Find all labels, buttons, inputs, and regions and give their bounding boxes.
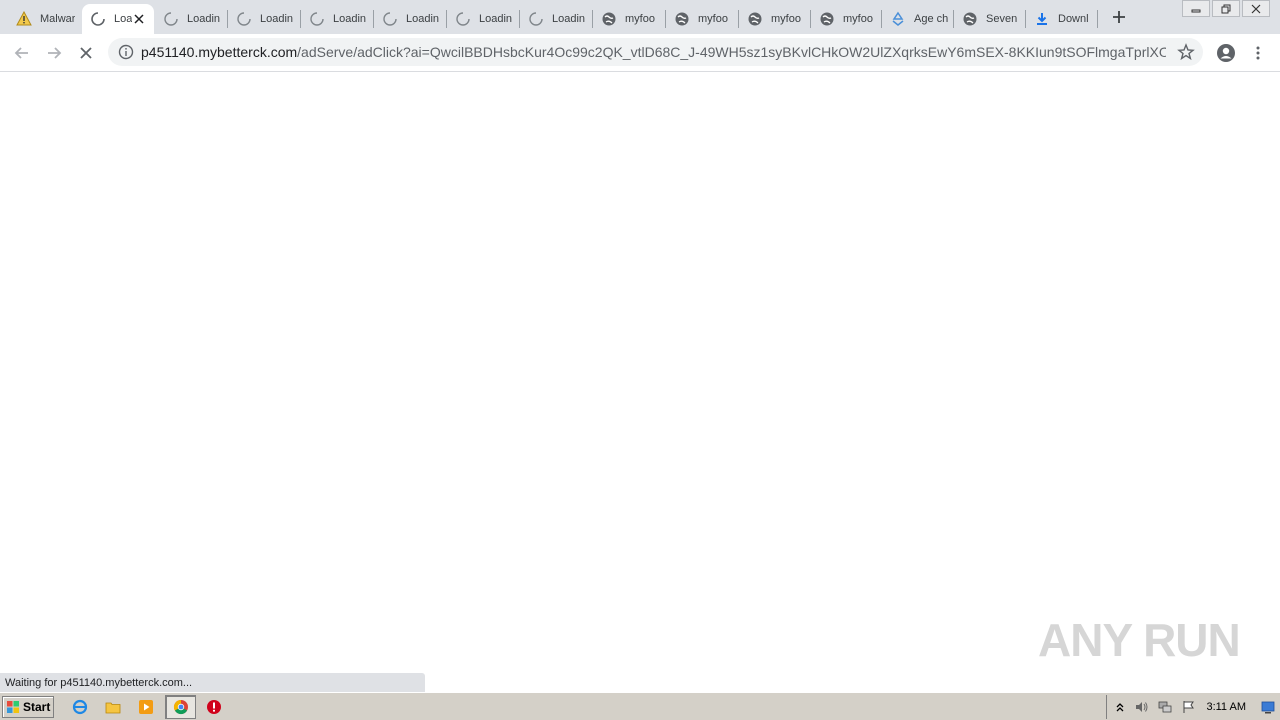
tab-myfoo[interactable]: myfoo: [739, 4, 809, 34]
recycle-icon: [890, 11, 906, 27]
loading-spinner-icon: [309, 11, 325, 27]
loading-spinner-icon: [528, 11, 544, 27]
taskbar: Start 3:11 AM: [0, 692, 1280, 720]
tab-separator: [1097, 10, 1098, 28]
url-text[interactable]: p451140.mybetterck.com/adServe/adClick?a…: [141, 44, 1166, 60]
tab-strip: Malwar Loa Loadin Loadin Loadin Loadin L…: [0, 0, 1280, 34]
media-player-icon[interactable]: [137, 698, 155, 716]
tab-title: myfoo: [698, 13, 728, 25]
chrome-icon[interactable]: [172, 698, 190, 716]
close-icon: [1251, 4, 1261, 13]
loading-spinner-icon: [163, 11, 179, 27]
warning-icon: [16, 11, 32, 27]
close-window-button[interactable]: [1242, 0, 1270, 17]
stop-icon[interactable]: [205, 698, 223, 716]
globe-icon: [819, 11, 835, 27]
address-bar[interactable]: p451140.mybetterck.com/adServe/adClick?a…: [108, 38, 1203, 66]
show-desktop-icon[interactable]: [1261, 700, 1275, 714]
tab-title: Malwar: [40, 13, 76, 25]
tab-title: Loadin: [552, 13, 586, 25]
globe-icon: [962, 11, 978, 27]
tab-loading[interactable]: Loadin: [447, 4, 517, 34]
minimize-icon: [1191, 9, 1201, 12]
tab-active-loading[interactable]: Loa: [82, 4, 154, 34]
windows-logo-icon: [7, 701, 19, 713]
restore-icon: [1221, 4, 1231, 13]
tab-title: Loadin: [406, 13, 440, 25]
network-icon[interactable]: [1158, 700, 1172, 714]
tab-malware[interactable]: Malwar: [8, 4, 80, 34]
tab-loading[interactable]: Loadin: [155, 4, 225, 34]
profile-button[interactable]: [1214, 41, 1238, 65]
tab-title: myfoo: [625, 13, 655, 25]
loading-spinner-icon: [382, 11, 398, 27]
tab-loading[interactable]: Loadin: [374, 4, 444, 34]
system-tray: 3:11 AM: [1106, 695, 1280, 719]
new-tab-button[interactable]: [1110, 8, 1128, 26]
tab-loading[interactable]: Loadin: [520, 4, 590, 34]
tab-title: Loadin: [260, 13, 294, 25]
tab-myfoo[interactable]: myfoo: [811, 4, 881, 34]
window-controls: [1182, 0, 1270, 17]
loading-spinner-icon: [90, 11, 106, 27]
clock[interactable]: 3:11 AM: [1206, 701, 1246, 713]
volume-icon[interactable]: [1135, 700, 1149, 714]
tab-loading[interactable]: Loadin: [228, 4, 298, 34]
tab-title: Loadin: [333, 13, 367, 25]
minimize-button[interactable]: [1182, 0, 1210, 17]
tab-age-check[interactable]: Age ch: [882, 4, 952, 34]
folder-icon[interactable]: [104, 698, 122, 716]
tab-myfoo[interactable]: myfoo: [593, 4, 663, 34]
tab-title: Downl: [1058, 13, 1089, 25]
tab-title: myfoo: [771, 13, 801, 25]
url-host: p451140.mybetterck.com: [141, 44, 298, 60]
page-viewport: [0, 72, 1280, 692]
loading-spinner-icon: [455, 11, 471, 27]
tab-title: Seven: [986, 13, 1018, 25]
anyrun-watermark: ANY RUN: [1038, 608, 1241, 672]
close-tab-icon[interactable]: [132, 12, 146, 26]
status-bubble: Waiting for p451140.mybetterck.com...: [0, 673, 425, 692]
globe-icon: [747, 11, 763, 27]
action-center-flag-icon[interactable]: [1182, 700, 1196, 714]
arrow-right-icon: [48, 47, 62, 59]
info-icon[interactable]: [118, 44, 134, 60]
tab-seven[interactable]: Seven: [954, 4, 1024, 34]
status-text: Waiting for p451140.mybetterck.com...: [5, 677, 193, 689]
start-button[interactable]: Start: [2, 696, 54, 718]
loading-spinner-icon: [236, 11, 252, 27]
tab-title: Loadin: [187, 13, 221, 25]
restore-button[interactable]: [1212, 0, 1240, 17]
tab-title: Loadin: [479, 13, 513, 25]
ie-icon[interactable]: [71, 698, 89, 716]
download-icon: [1034, 11, 1050, 27]
tab-title: Age ch: [914, 13, 949, 25]
globe-icon: [601, 11, 617, 27]
arrow-left-icon: [14, 47, 28, 59]
tab-loading[interactable]: Loadin: [301, 4, 371, 34]
url-path: /adServe/adClick?ai=QwcilBBDHsbcKur4Oc99…: [297, 44, 1166, 60]
forward-button[interactable]: [42, 41, 66, 65]
back-button[interactable]: [10, 41, 34, 65]
plus-icon: [1113, 11, 1125, 23]
globe-icon: [674, 11, 690, 27]
tab-title: Loa: [114, 13, 133, 25]
stop-loading-button[interactable]: [74, 41, 98, 65]
show-hidden-icons-icon[interactable]: [1113, 700, 1127, 714]
kebab-menu-icon: [1256, 46, 1260, 60]
account-icon: [1217, 44, 1235, 62]
tab-title: myfoo: [843, 13, 873, 25]
close-icon: [80, 47, 92, 59]
tab-myfoo[interactable]: myfoo: [666, 4, 736, 34]
menu-button[interactable]: [1246, 41, 1270, 65]
tab-download[interactable]: Downl: [1026, 4, 1096, 34]
watermark-text: ANY RUN: [1038, 614, 1241, 666]
start-label: Start: [23, 700, 51, 714]
bookmark-star-icon[interactable]: [1177, 43, 1195, 61]
